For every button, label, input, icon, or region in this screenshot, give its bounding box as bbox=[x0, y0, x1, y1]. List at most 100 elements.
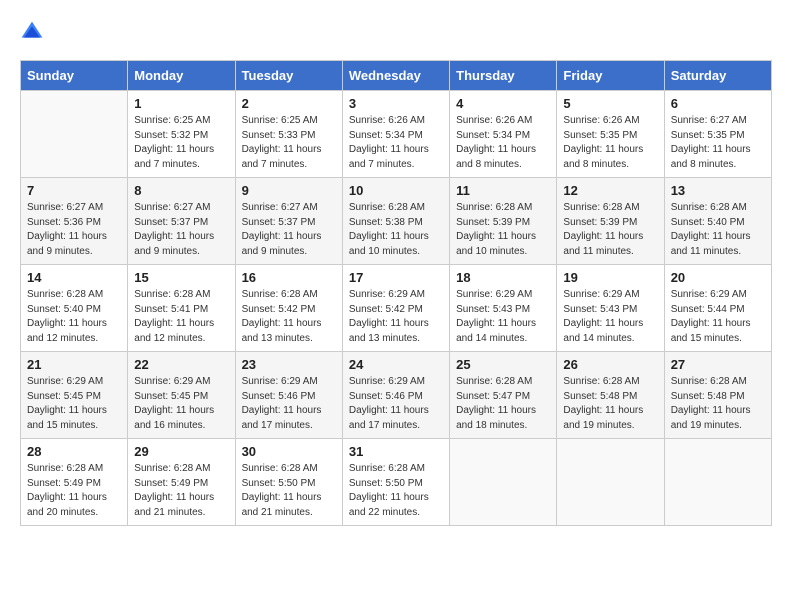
calendar-cell: 24 Sunrise: 6:29 AM Sunset: 5:46 PM Dayli… bbox=[342, 352, 449, 439]
day-info: Sunrise: 6:27 AM Sunset: 5:35 PM Dayligh… bbox=[671, 114, 765, 172]
day-number: 6 bbox=[671, 96, 765, 111]
calendar-cell bbox=[557, 439, 664, 526]
calendar-cell: 4 Sunrise: 6:26 AM Sunset: 5:34 PM Daylig… bbox=[450, 91, 557, 178]
calendar-cell: 10Sunrise: 6:28 AM Sunset: 5:38 PM Dayli… bbox=[342, 178, 449, 265]
day-info: Sunrise: 6:28 AM Sunset: 5:49 PM Dayligh… bbox=[27, 462, 121, 520]
day-number: 26 bbox=[563, 357, 657, 372]
calendar-cell: 11 Sunrise: 6:28 AM Sunset: 5:39 PM Dayli… bbox=[450, 178, 557, 265]
day-number: 2 bbox=[242, 96, 336, 111]
day-info: Sunrise: 6:28 AM Sunset: 5:40 PM Dayligh… bbox=[27, 288, 121, 346]
day-info: Sunrise: 6:28 AM Sunset: 5:38 PM Dayligh… bbox=[349, 201, 443, 259]
day-number: 11 bbox=[456, 183, 550, 198]
calendar-cell: 17Sunrise: 6:29 AM Sunset: 5:42 PM Dayli… bbox=[342, 265, 449, 352]
day-info: Sunrise: 6:28 AM Sunset: 5:42 PM Dayligh… bbox=[242, 288, 336, 346]
day-info: Sunrise: 6:27 AM Sunset: 5:37 PM Dayligh… bbox=[134, 201, 228, 259]
calendar-cell: 6 Sunrise: 6:27 AM Sunset: 5:35 PM Daylig… bbox=[664, 91, 771, 178]
col-header-thursday: Thursday bbox=[450, 61, 557, 91]
calendar-cell bbox=[664, 439, 771, 526]
col-header-saturday: Saturday bbox=[664, 61, 771, 91]
calendar-cell: 15Sunrise: 6:28 AM Sunset: 5:41 PM Dayli… bbox=[128, 265, 235, 352]
day-number: 31 bbox=[349, 444, 443, 459]
day-number: 1 bbox=[134, 96, 228, 111]
calendar-header-row: SundayMondayTuesdayWednesdayThursdayFrid… bbox=[21, 61, 772, 91]
calendar-cell: 21 Sunrise: 6:29 AM Sunset: 5:45 PM Dayli… bbox=[21, 352, 128, 439]
day-number: 4 bbox=[456, 96, 550, 111]
day-info: Sunrise: 6:29 AM Sunset: 5:44 PM Dayligh… bbox=[671, 288, 765, 346]
day-number: 29 bbox=[134, 444, 228, 459]
calendar-cell: 1 Sunrise: 6:25 AM Sunset: 5:32 PM Daylig… bbox=[128, 91, 235, 178]
calendar-cell: 16Sunrise: 6:28 AM Sunset: 5:42 PM Dayli… bbox=[235, 265, 342, 352]
day-info: Sunrise: 6:29 AM Sunset: 5:43 PM Dayligh… bbox=[456, 288, 550, 346]
day-info: Sunrise: 6:26 AM Sunset: 5:34 PM Dayligh… bbox=[456, 114, 550, 172]
calendar-cell: 19 Sunrise: 6:29 AM Sunset: 5:43 PM Dayli… bbox=[557, 265, 664, 352]
day-number: 8 bbox=[134, 183, 228, 198]
day-number: 27 bbox=[671, 357, 765, 372]
calendar-cell: 22 Sunrise: 6:29 AM Sunset: 5:45 PM Dayli… bbox=[128, 352, 235, 439]
calendar-cell: 27Sunrise: 6:28 AM Sunset: 5:48 PM Dayli… bbox=[664, 352, 771, 439]
calendar-week-row: 14Sunrise: 6:28 AM Sunset: 5:40 PM Dayli… bbox=[21, 265, 772, 352]
day-info: Sunrise: 6:29 AM Sunset: 5:46 PM Dayligh… bbox=[349, 375, 443, 433]
col-header-wednesday: Wednesday bbox=[342, 61, 449, 91]
day-number: 3 bbox=[349, 96, 443, 111]
day-info: Sunrise: 6:28 AM Sunset: 5:41 PM Dayligh… bbox=[134, 288, 228, 346]
calendar-cell: 14Sunrise: 6:28 AM Sunset: 5:40 PM Dayli… bbox=[21, 265, 128, 352]
day-number: 28 bbox=[27, 444, 121, 459]
calendar-cell: 8 Sunrise: 6:27 AM Sunset: 5:37 PM Daylig… bbox=[128, 178, 235, 265]
day-number: 18 bbox=[456, 270, 550, 285]
day-info: Sunrise: 6:28 AM Sunset: 5:48 PM Dayligh… bbox=[563, 375, 657, 433]
day-number: 5 bbox=[563, 96, 657, 111]
day-info: Sunrise: 6:28 AM Sunset: 5:49 PM Dayligh… bbox=[134, 462, 228, 520]
calendar-cell: 7Sunrise: 6:27 AM Sunset: 5:36 PM Daylig… bbox=[21, 178, 128, 265]
calendar-cell: 29 Sunrise: 6:28 AM Sunset: 5:49 PM Dayli… bbox=[128, 439, 235, 526]
day-info: Sunrise: 6:29 AM Sunset: 5:45 PM Dayligh… bbox=[134, 375, 228, 433]
day-number: 25 bbox=[456, 357, 550, 372]
calendar-week-row: 28 Sunrise: 6:28 AM Sunset: 5:49 PM Dayli… bbox=[21, 439, 772, 526]
calendar-week-row: 21 Sunrise: 6:29 AM Sunset: 5:45 PM Dayli… bbox=[21, 352, 772, 439]
calendar-week-row: 7Sunrise: 6:27 AM Sunset: 5:36 PM Daylig… bbox=[21, 178, 772, 265]
col-header-tuesday: Tuesday bbox=[235, 61, 342, 91]
day-number: 21 bbox=[27, 357, 121, 372]
calendar-cell: 3 Sunrise: 6:26 AM Sunset: 5:34 PM Daylig… bbox=[342, 91, 449, 178]
day-info: Sunrise: 6:29 AM Sunset: 5:45 PM Dayligh… bbox=[27, 375, 121, 433]
day-number: 22 bbox=[134, 357, 228, 372]
calendar-cell: 30Sunrise: 6:28 AM Sunset: 5:50 PM Dayli… bbox=[235, 439, 342, 526]
calendar-cell: 26 Sunrise: 6:28 AM Sunset: 5:48 PM Dayli… bbox=[557, 352, 664, 439]
calendar-cell: 31 Sunrise: 6:28 AM Sunset: 5:50 PM Dayli… bbox=[342, 439, 449, 526]
day-info: Sunrise: 6:28 AM Sunset: 5:47 PM Dayligh… bbox=[456, 375, 550, 433]
day-info: Sunrise: 6:28 AM Sunset: 5:50 PM Dayligh… bbox=[349, 462, 443, 520]
day-number: 24 bbox=[349, 357, 443, 372]
calendar-table: SundayMondayTuesdayWednesdayThursdayFrid… bbox=[20, 60, 772, 526]
day-info: Sunrise: 6:27 AM Sunset: 5:36 PM Dayligh… bbox=[27, 201, 121, 259]
day-info: Sunrise: 6:28 AM Sunset: 5:39 PM Dayligh… bbox=[563, 201, 657, 259]
logo-icon bbox=[20, 20, 44, 44]
calendar-cell: 20 Sunrise: 6:29 AM Sunset: 5:44 PM Dayli… bbox=[664, 265, 771, 352]
calendar-cell: 12 Sunrise: 6:28 AM Sunset: 5:39 PM Dayli… bbox=[557, 178, 664, 265]
calendar-cell: 13Sunrise: 6:28 AM Sunset: 5:40 PM Dayli… bbox=[664, 178, 771, 265]
day-number: 13 bbox=[671, 183, 765, 198]
page-header bbox=[20, 20, 772, 44]
day-info: Sunrise: 6:29 AM Sunset: 5:42 PM Dayligh… bbox=[349, 288, 443, 346]
day-number: 9 bbox=[242, 183, 336, 198]
calendar-cell: 28 Sunrise: 6:28 AM Sunset: 5:49 PM Dayli… bbox=[21, 439, 128, 526]
day-number: 12 bbox=[563, 183, 657, 198]
day-number: 23 bbox=[242, 357, 336, 372]
day-info: Sunrise: 6:29 AM Sunset: 5:43 PM Dayligh… bbox=[563, 288, 657, 346]
calendar-cell: 25 Sunrise: 6:28 AM Sunset: 5:47 PM Dayli… bbox=[450, 352, 557, 439]
day-info: Sunrise: 6:27 AM Sunset: 5:37 PM Dayligh… bbox=[242, 201, 336, 259]
calendar-cell: 9 Sunrise: 6:27 AM Sunset: 5:37 PM Daylig… bbox=[235, 178, 342, 265]
col-header-monday: Monday bbox=[128, 61, 235, 91]
day-info: Sunrise: 6:28 AM Sunset: 5:39 PM Dayligh… bbox=[456, 201, 550, 259]
day-info: Sunrise: 6:29 AM Sunset: 5:46 PM Dayligh… bbox=[242, 375, 336, 433]
calendar-cell: 18 Sunrise: 6:29 AM Sunset: 5:43 PM Dayli… bbox=[450, 265, 557, 352]
col-header-friday: Friday bbox=[557, 61, 664, 91]
day-info: Sunrise: 6:25 AM Sunset: 5:33 PM Dayligh… bbox=[242, 114, 336, 172]
calendar-cell: 2 Sunrise: 6:25 AM Sunset: 5:33 PM Daylig… bbox=[235, 91, 342, 178]
day-info: Sunrise: 6:26 AM Sunset: 5:34 PM Dayligh… bbox=[349, 114, 443, 172]
day-info: Sunrise: 6:26 AM Sunset: 5:35 PM Dayligh… bbox=[563, 114, 657, 172]
calendar-cell: 5 Sunrise: 6:26 AM Sunset: 5:35 PM Daylig… bbox=[557, 91, 664, 178]
calendar-cell: 23 Sunrise: 6:29 AM Sunset: 5:46 PM Dayli… bbox=[235, 352, 342, 439]
logo bbox=[20, 20, 48, 44]
day-info: Sunrise: 6:25 AM Sunset: 5:32 PM Dayligh… bbox=[134, 114, 228, 172]
day-number: 20 bbox=[671, 270, 765, 285]
day-number: 19 bbox=[563, 270, 657, 285]
